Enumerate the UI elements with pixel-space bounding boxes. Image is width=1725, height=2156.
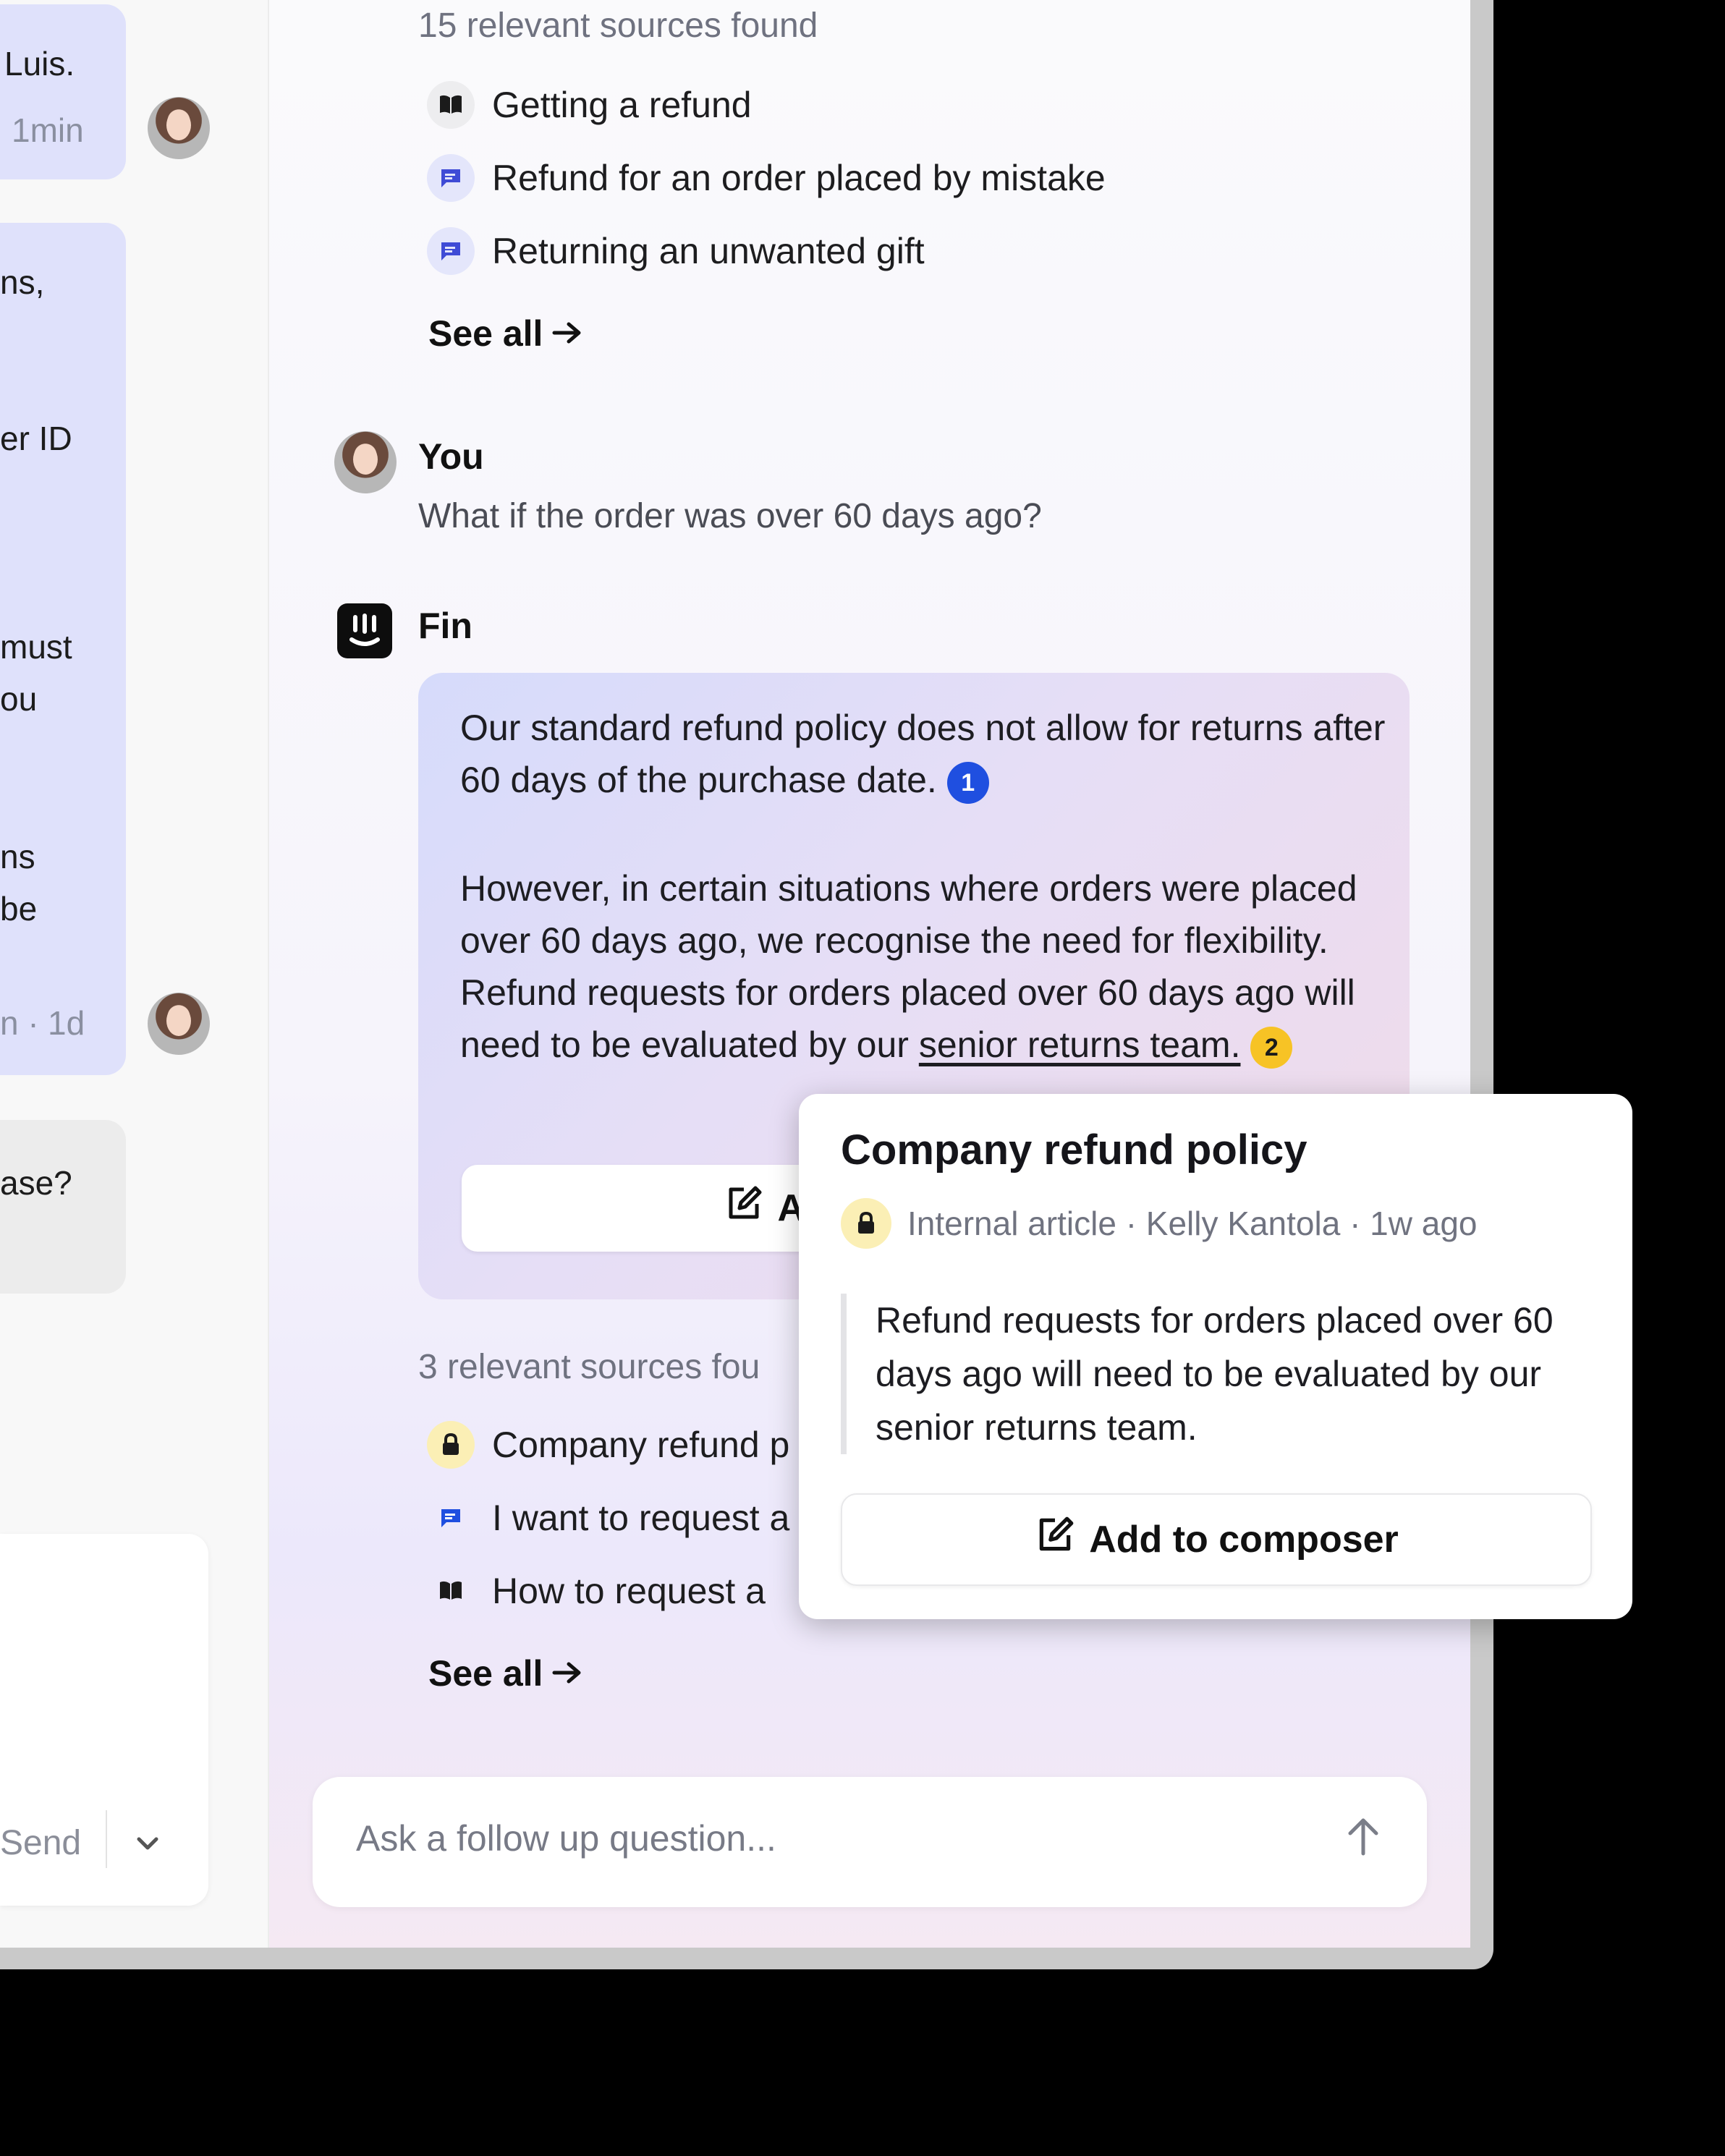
popup-quote: Refund requests for orders placed over 6… (841, 1294, 1628, 1454)
source-label: I want to request a (492, 1498, 790, 1538)
message-text: ns (0, 838, 35, 875)
message-text: must (0, 628, 72, 666)
avatar (148, 97, 210, 159)
source-item[interactable]: How to request a (427, 1567, 766, 1615)
source-item[interactable]: Returning an unwanted gift (427, 227, 925, 275)
message-time: 1d (48, 1004, 85, 1042)
followup-input[interactable]: Ask a follow up question... (313, 1777, 1427, 1907)
arrow-up-icon[interactable] (1343, 1813, 1383, 1863)
see-all-label: See all (428, 313, 543, 354)
send-button[interactable]: Send (0, 1823, 81, 1863)
answer-paragraph: Our standard refund policy does not allo… (460, 702, 1386, 806)
app-window: Luis. 1min ns, er ID must ou ns be n · 1… (0, 0, 1493, 1969)
fin-logo-icon (337, 603, 392, 658)
answer-text: Our standard refund policy does not allo… (460, 708, 1386, 800)
answer-paragraph: However, in certain situations where ord… (460, 862, 1386, 1071)
chat-icon (427, 227, 475, 275)
see-all-link[interactable]: See all (428, 313, 583, 355)
citation-badge[interactable]: 1 (946, 761, 989, 804)
chat-icon (427, 1494, 475, 1542)
divider (106, 1810, 107, 1868)
see-all-label: See all (428, 1653, 543, 1694)
chat-icon (427, 154, 475, 202)
source-item[interactable]: I want to request a (427, 1494, 789, 1542)
edit-icon (724, 1184, 764, 1234)
lock-icon (841, 1198, 891, 1249)
answer-link[interactable]: senior returns team. (919, 1024, 1241, 1065)
arrow-right-icon (551, 313, 583, 355)
sources-count: 3 relevant sources fou (418, 1348, 760, 1386)
user-message-bubble: ns, er ID must ou ns be n · 1d (0, 223, 126, 1075)
message-text: ou (0, 680, 38, 718)
source-preview-popup: Company refund policy Internal article ·… (799, 1094, 1632, 1619)
copilot-panel: 15 relevant sources found Getting a refu… (269, 0, 1470, 1948)
user-name: You (418, 436, 484, 477)
message-text: be (0, 890, 38, 928)
followup-placeholder: Ask a follow up question... (356, 1818, 776, 1859)
message-text: Luis. (4, 45, 75, 82)
fin-name: Fin (418, 606, 472, 646)
source-item[interactable]: Company refund p (427, 1421, 789, 1469)
source-label: Refund for an order placed by mistake (492, 158, 1106, 198)
source-label: Getting a refund (492, 85, 752, 125)
arrow-right-icon (551, 1652, 583, 1694)
see-all-link[interactable]: See all (428, 1652, 583, 1694)
chevron-down-icon[interactable] (133, 1829, 162, 1862)
edit-icon (1034, 1514, 1076, 1566)
reply-composer[interactable]: Send (0, 1534, 208, 1906)
avatar (148, 993, 210, 1055)
citation-badge[interactable]: 2 (1250, 1026, 1293, 1069)
conversation-pane: Luis. 1min ns, er ID must ou ns be n · 1… (0, 0, 269, 1948)
source-label: Returning an unwanted gift (492, 231, 925, 271)
popup-title: Company refund policy (841, 1126, 1307, 1174)
popup-meta: Internal article · Kelly Kantola · 1w ag… (841, 1198, 1478, 1249)
source-label: How to request a (492, 1571, 766, 1611)
sources-count: 15 relevant sources found (418, 7, 818, 45)
user-avatar (334, 431, 397, 493)
user-question: What if the order was over 60 days ago? (418, 497, 1042, 535)
source-item[interactable]: Getting a refund (427, 81, 752, 129)
message-meta: n · (0, 1004, 39, 1042)
user-message-bubble: Luis. 1min (0, 4, 126, 179)
book-icon (427, 81, 475, 129)
message-text: ns, (0, 263, 45, 301)
add-to-composer-label: Add to composer (1089, 1519, 1399, 1561)
source-label: Company refund p (492, 1425, 790, 1465)
message-text: ase? (0, 1164, 72, 1202)
book-icon (427, 1567, 475, 1615)
popup-meta-text: Internal article · Kelly Kantola · 1w ag… (907, 1205, 1478, 1242)
message-text: er ID (0, 420, 72, 457)
add-to-composer-button[interactable]: Add to composer (841, 1493, 1592, 1586)
message-time: 1min (12, 111, 84, 149)
lock-icon (427, 1421, 475, 1469)
source-item[interactable]: Refund for an order placed by mistake (427, 154, 1106, 202)
customer-message-bubble: ase? (0, 1120, 126, 1294)
